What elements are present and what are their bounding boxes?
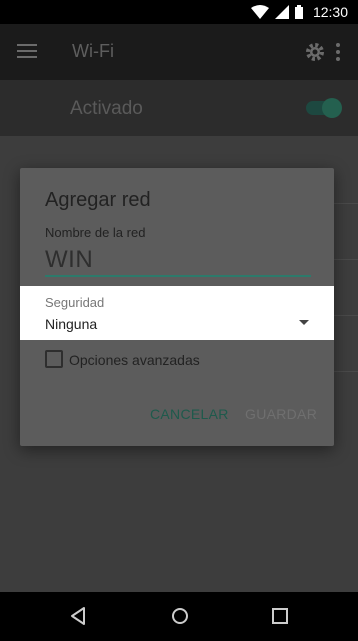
wifi-icon: [250, 5, 269, 19]
toggle-thumb: [322, 98, 342, 118]
security-value: Ninguna: [45, 316, 98, 332]
save-button[interactable]: GUARDAR: [245, 406, 317, 422]
list-divider: [334, 371, 358, 372]
list-divider: [334, 315, 358, 316]
home-icon[interactable]: [170, 606, 190, 626]
navigation-bar: [0, 592, 358, 641]
status-bar: 12:30: [0, 0, 358, 24]
menu-icon[interactable]: [16, 40, 40, 64]
wifi-toggle[interactable]: [302, 98, 342, 118]
ssid-input[interactable]: WIN: [45, 246, 93, 274]
wifi-switch-label: Activado: [70, 98, 143, 119]
gear-icon[interactable]: [303, 40, 327, 64]
status-icons: 12:30: [250, 0, 348, 24]
list-divider: [334, 259, 358, 260]
page-title: Wi-Fi: [72, 41, 114, 61]
advanced-options-checkbox[interactable]: [45, 350, 63, 368]
security-dropdown[interactable]: Seguridad Ninguna: [20, 286, 334, 340]
security-label: Seguridad: [45, 295, 105, 310]
overflow-menu-icon[interactable]: [334, 40, 342, 64]
ssid-label: Nombre de la red: [45, 225, 146, 240]
advanced-options-label[interactable]: Opciones avanzadas: [69, 352, 200, 368]
back-icon[interactable]: [69, 606, 89, 626]
cancel-button[interactable]: CANCELAR: [150, 406, 229, 422]
battery-icon: [294, 5, 303, 19]
app-bar: Wi-Fi: [0, 24, 358, 80]
status-time: 12:30: [312, 4, 348, 20]
ssid-underline: [45, 275, 311, 277]
dropdown-arrow-icon[interactable]: [299, 320, 309, 325]
dialog-title: Agregar red: [45, 189, 151, 211]
signal-icon: [274, 5, 289, 19]
recent-apps-icon[interactable]: [270, 606, 290, 626]
list-divider: [334, 203, 358, 204]
